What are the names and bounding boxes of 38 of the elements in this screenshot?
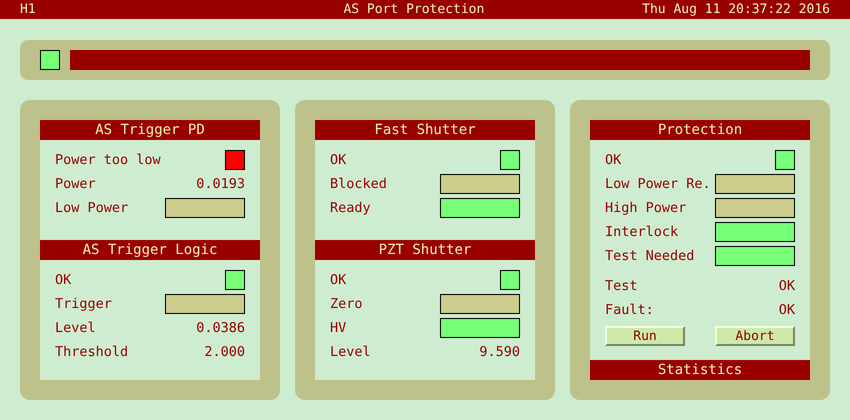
field-label: Low Power	[55, 200, 128, 216]
field-label: Low Power Re.	[605, 176, 711, 192]
field-label: Zero	[330, 296, 363, 312]
window-title: AS Port Protection	[343, 2, 484, 17]
value-text: 2.000	[204, 344, 245, 360]
field-label: HV	[330, 320, 346, 336]
field-label: Fault:	[605, 302, 654, 318]
field-label: OK	[330, 152, 346, 168]
value-text: OK	[778, 278, 795, 294]
section-title: AS Trigger PD	[40, 120, 260, 140]
field-label: Interlock	[605, 224, 678, 240]
field-label: High Power	[605, 200, 686, 216]
field-label: Test	[605, 278, 638, 294]
field-label: Power	[55, 176, 96, 192]
value-text: 0.0193	[196, 176, 245, 192]
action-button[interactable]: Run	[605, 326, 685, 346]
field-label: OK	[55, 272, 72, 288]
field-label: Level	[330, 344, 371, 360]
field-label: Power too low	[55, 152, 161, 168]
value-text: 0.0386	[196, 320, 245, 336]
field-label: Test Needed	[605, 248, 694, 264]
field-label: OK	[605, 152, 622, 168]
value-text: 9.590	[479, 344, 520, 360]
field-label: Level	[55, 320, 96, 336]
field-label: OK	[330, 272, 346, 288]
section-title: Statistics	[590, 360, 810, 380]
section-title: PZT Shutter	[315, 240, 535, 260]
section-title: Protection	[590, 120, 810, 140]
field-label: Threshold	[55, 344, 128, 360]
section-title: AS Trigger Logic	[40, 240, 260, 260]
field-label: Trigger	[55, 296, 112, 312]
field-label: Blocked	[330, 176, 387, 192]
value-text: OK	[778, 302, 795, 318]
action-button[interactable]: Abort	[715, 326, 795, 346]
field-label: Ready	[330, 200, 371, 216]
site-label: H1	[20, 2, 36, 17]
date-time: Thu Aug 11 20:37:22 2016	[642, 2, 830, 17]
section-title: Fast Shutter	[315, 120, 535, 140]
